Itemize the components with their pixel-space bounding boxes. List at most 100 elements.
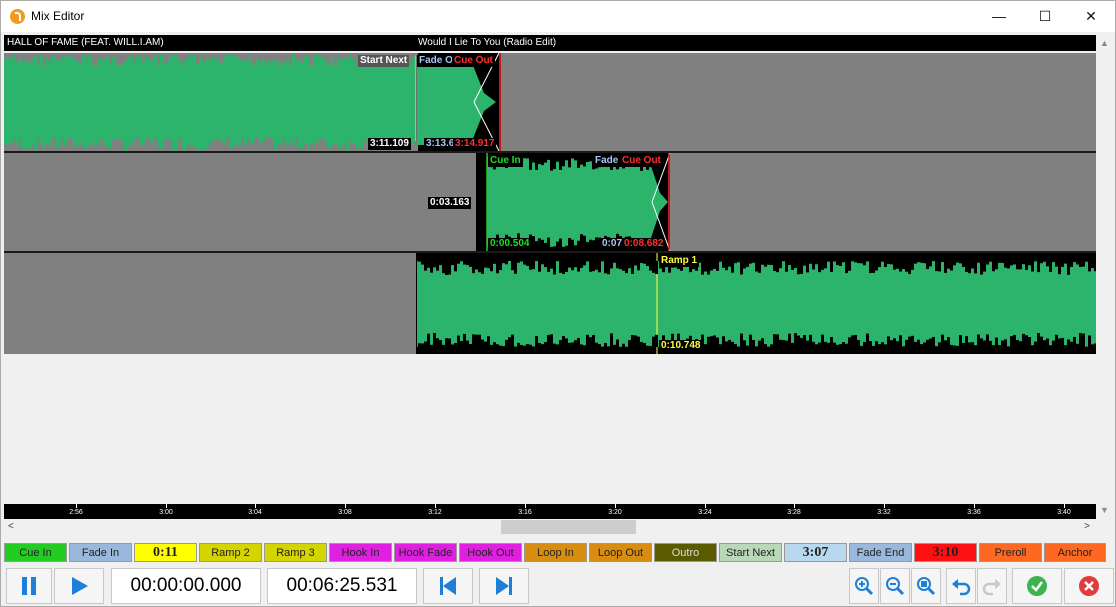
app-logo-icon [10,9,25,24]
cue-out-label[interactable]: Cue Out [452,55,495,67]
skip-to-end-button[interactable] [479,568,529,604]
ruler-tick-label: 3:36 [967,509,981,516]
skip-forward-icon [496,577,512,595]
ruler-tick-label: 3:08 [338,509,352,516]
marker-hook-fade-button[interactable]: Hook Fade [394,543,457,562]
marker-loop-in-button[interactable]: Loop In [524,543,587,562]
track-1[interactable]: Start Next Fade Out Cue Out 3:11.109 3:1… [4,53,1096,151]
ruler-tick [76,504,77,508]
play-icon [72,577,88,595]
track2-title: Would I Lie To You (Radio Edit) [418,37,557,48]
skip-to-start-button[interactable] [423,568,473,604]
track1-waveform[interactable] [4,53,1096,151]
cancel-button[interactable] [1064,568,1114,604]
maximize-button[interactable]: ☐ [1022,1,1068,32]
scroll-left-icon[interactable]: < [8,521,14,532]
ruler-tick-label: 3:28 [787,509,801,516]
ramp-1-time: 0:10.748 [659,340,703,352]
fade-out-time: 3:13.6 [424,138,456,150]
ruler-tick-label: 2:56 [69,509,83,516]
start-next-label[interactable]: Start Next [358,55,410,67]
marker-start-next-button[interactable]: Start Next [719,543,782,562]
track2-waveform[interactable] [4,153,1096,251]
marker-ramp-3-button[interactable]: Ramp 3 [264,543,327,562]
position-display: 00:00:00.000 [111,568,261,604]
duration-display: 00:06:25.531 [267,568,417,604]
ruler-tick [974,504,975,508]
ruler-tick [794,504,795,508]
close-window-button[interactable]: ✕ [1068,1,1114,32]
horizontal-scrollbar[interactable]: < > [4,519,1113,535]
marker-hook-out-button[interactable]: Hook Out [459,543,522,562]
marker-button-row: Cue In Fade In 0:11 Ramp 2 Ramp 3 Hook I… [4,543,1114,562]
zoom-in-button[interactable] [849,568,879,604]
marker-cue-in-button[interactable]: Cue In [4,543,67,562]
marker-ramp-2-button[interactable]: Ramp 2 [199,543,262,562]
scroll-up-icon[interactable]: ▲ [1100,38,1109,48]
zoom-fit-icon [917,577,936,596]
scrollbar-thumb[interactable] [501,520,636,534]
marker-fade-end-button[interactable]: Fade End [849,543,912,562]
track-3[interactable]: Ramp 1 0:10.748 [4,253,1096,354]
marker-loop-out-button[interactable]: Loop Out [589,543,652,562]
mix-editor-window: Mix Editor — ☐ ✕ HALL OF FAME (FEAT. WIL… [0,0,1116,607]
zoom-out-button[interactable] [880,568,910,604]
track-title-bar: HALL OF FAME (FEAT. WILL.I.AM) Would I L… [4,35,1096,51]
ruler-tick-label: 3:00 [159,509,173,516]
fade-out-label[interactable]: Fade Out [417,55,453,67]
ruler-tick [345,504,346,508]
cue-out-time: 3:14.917 [453,138,497,150]
marker-anchor-button[interactable]: Anchor [1044,543,1106,562]
marker-fade-in-button[interactable]: Fade In [69,543,132,562]
track2-offset-label: 0:03.163 [428,197,472,209]
skip-back-icon [440,577,456,595]
confirm-button[interactable] [1012,568,1062,604]
ruler-tick-label: 3:24 [698,509,712,516]
zoom-fit-button[interactable] [911,568,941,604]
ramp-1-label[interactable]: Ramp 1 [659,255,700,267]
marker-outro-button[interactable]: Outro [654,543,717,562]
ruler-tick-label: 3:12 [428,509,442,516]
marker-hook-in-button[interactable]: Hook In [329,543,392,562]
ruler-tick [705,504,706,508]
ruler-tick-label: 3:32 [877,509,891,516]
title-bar: Mix Editor — ☐ ✕ [1,1,1115,32]
marker-preroll-button[interactable]: Preroll [979,543,1042,562]
play-button[interactable] [54,568,104,604]
ruler-tick [255,504,256,508]
zoom-in-icon [855,577,874,596]
minimize-button[interactable]: — [976,1,1022,32]
cue-in-label[interactable]: Cue In [488,155,523,167]
redo-icon [982,579,1001,596]
ruler-tick [1064,504,1065,508]
scroll-down-icon[interactable]: ▼ [1100,505,1109,515]
ruler-tick-label: 3:04 [248,509,262,516]
pause-button[interactable] [6,568,52,604]
zoom-out-icon [886,577,905,596]
redo-button[interactable] [977,568,1007,604]
track-2[interactable]: 0:03.163 Cue In Fade Cue Out 0:00.504 0:… [4,153,1096,251]
undo-icon [952,579,971,596]
pause-icon [22,577,36,595]
empty-track-area [4,356,1096,504]
marker-start-next-time-button[interactable]: 3:07 [784,543,847,562]
vertical-scrollbar[interactable]: ▲ ▼ [1096,35,1113,519]
ruler-tick [435,504,436,508]
cue-out-time: 0:08.682 [622,238,666,250]
time-ruler[interactable]: 2:56 3:00 3:04 3:08 3:12 3:16 3:20 3:24 … [4,504,1096,519]
scroll-right-icon[interactable]: > [1084,521,1090,532]
marker-end-time-button[interactable]: 3:10 [914,543,977,562]
track1-title: HALL OF FAME (FEAT. WILL.I.AM) [7,37,164,48]
window-title: Mix Editor [31,9,85,23]
ruler-tick [166,504,167,508]
cue-out-label[interactable]: Cue Out [620,155,663,167]
ruler-tick [615,504,616,508]
marker-intro-time-button[interactable]: 0:11 [134,543,197,562]
cancel-icon [1079,576,1099,596]
fade-label[interactable]: Fade [593,155,621,167]
track3-waveform[interactable] [4,253,1096,354]
ruler-tick [525,504,526,508]
cue-in-time: 0:00.504 [488,238,532,250]
fade-time: 0:07 [600,238,625,250]
undo-button[interactable] [946,568,976,604]
